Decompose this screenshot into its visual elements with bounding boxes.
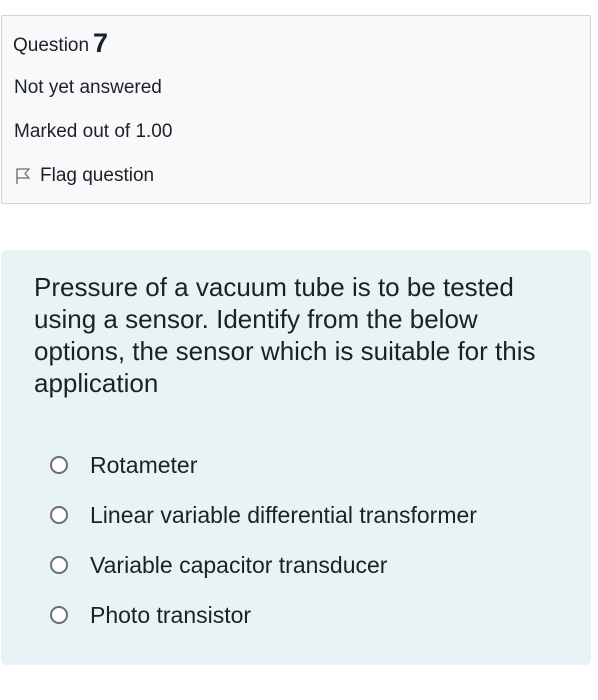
question-grade: Marked out of 1.00 [14, 121, 173, 142]
answer-option[interactable]: Variable capacitor transducer [46, 540, 566, 590]
answer-label: Photo transistor [90, 601, 252, 628]
flag-question-label: Flag question [40, 165, 155, 186]
flag-icon [14, 167, 32, 185]
radio-unchecked-icon[interactable] [50, 456, 68, 474]
flag-question-link[interactable]: Flag question [14, 165, 154, 188]
question-text: Pressure of a vacuum tube is to be teste… [34, 272, 536, 398]
question-label: Question [13, 35, 90, 56]
question-heading: Question 7 [13, 30, 108, 57]
answer-option[interactable]: Linear variable differential transformer [46, 490, 566, 540]
answer-option[interactable]: Photo transistor [46, 590, 566, 640]
answer-label: Linear variable differential transformer [90, 501, 477, 528]
radio-unchecked-icon[interactable] [50, 606, 68, 624]
answer-label: Variable capacitor transducer [90, 551, 388, 578]
answer-option[interactable]: Rotameter [46, 440, 566, 490]
answer-label: Rotameter [90, 451, 198, 478]
radio-unchecked-icon[interactable] [50, 506, 68, 524]
question-state: Not yet answered [14, 77, 162, 98]
radio-unchecked-icon[interactable] [50, 556, 68, 574]
answer-options: Rotameter Linear variable differential t… [46, 440, 566, 640]
question-number: 7 [93, 28, 109, 58]
